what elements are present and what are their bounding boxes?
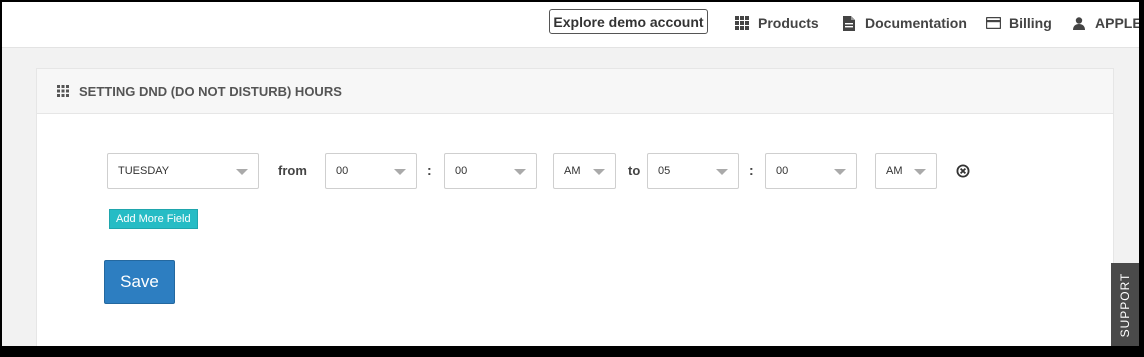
day-select-value: TUESDAY [118,165,170,177]
nav-documentation[interactable]: Documentation [841,15,967,31]
from-minute-value: 00 [455,165,468,177]
chevron-down-icon [834,169,846,175]
support-tab[interactable]: SUPPORT [1111,263,1139,346]
dnd-panel: SETTING DND (DO NOT DISTURB) HOURS TUESD… [36,68,1114,346]
nav-account-label: APPLE [1095,15,1139,31]
top-navbar: Explore demo account Products Documentat… [2,2,1139,48]
to-ampm-value: AM [886,165,903,177]
time-separator: : [427,162,432,178]
nav-billing[interactable]: Billing [985,15,1052,31]
from-hour-select[interactable]: 00 [325,153,417,189]
chevron-down-icon [394,169,406,175]
chevron-down-icon [593,169,605,175]
nav-documentation-label: Documentation [865,15,967,31]
app-frame: Explore demo account Products Documentat… [2,2,1139,346]
day-select[interactable]: TUESDAY [107,153,259,189]
nav-account[interactable]: APPLE [1071,15,1139,31]
panel-header: SETTING DND (DO NOT DISTURB) HOURS [37,69,1113,114]
explore-demo-button[interactable]: Explore demo account [549,9,708,34]
to-minute-value: 00 [776,165,789,177]
from-minute-select[interactable]: 00 [444,153,537,189]
time-separator: : [749,162,754,178]
from-hour-value: 00 [336,165,349,177]
grid-icon [734,15,750,31]
save-button[interactable]: Save [104,260,175,304]
credit-card-icon [985,15,1001,31]
add-more-field-button[interactable]: Add More Field [109,209,198,229]
chevron-down-icon [914,169,926,175]
from-label: from [278,163,307,178]
to-minute-select[interactable]: 00 [765,153,857,189]
support-label: SUPPORT [1118,272,1132,337]
from-ampm-select[interactable]: AM [553,153,616,189]
grid-icon [57,85,69,97]
chevron-down-icon [236,169,248,175]
chevron-down-icon [514,169,526,175]
nav-billing-label: Billing [1009,15,1052,31]
nav-products[interactable]: Products [734,15,819,31]
to-hour-select[interactable]: 05 [647,153,739,189]
close-circle-icon[interactable] [956,164,970,178]
nav-products-label: Products [758,15,819,31]
to-label: to [628,163,641,178]
document-icon [841,15,857,31]
to-ampm-select[interactable]: AM [875,153,937,189]
to-hour-value: 05 [658,165,671,177]
chevron-down-icon [716,169,728,175]
user-icon [1071,15,1087,31]
from-ampm-value: AM [564,165,581,177]
panel-title: SETTING DND (DO NOT DISTURB) HOURS [79,83,342,99]
